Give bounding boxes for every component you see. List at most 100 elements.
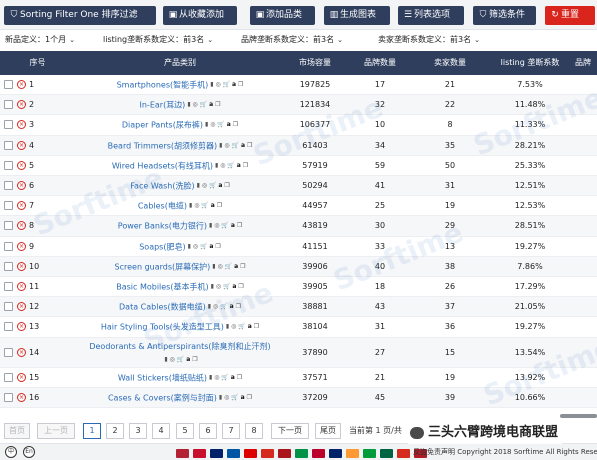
copy-icon[interactable]: ❐ (224, 182, 229, 189)
search-icon[interactable]: ◎ (224, 394, 229, 401)
row-checkbox[interactable] (4, 392, 13, 402)
header-seller-count[interactable]: 卖家数量 (415, 51, 485, 75)
country-flag-icon[interactable] (176, 449, 189, 458)
search-icon[interactable]: ◎ (170, 356, 175, 363)
table-row[interactable]: × 6 Face Wash(洗脸) ▮ ◎ 🛒 a ❐ 50294 41 31 12.51% (0, 176, 597, 197)
table-row[interactable]: × 7 Cables(电缆) ▮ ◎ 🛒 a ❐ 44957 25 19 12.53% (0, 196, 597, 217)
table-row[interactable]: × 12 Data Cables(数据电缆) ▮ ◎ 🛒 a ❐ 38881 43 37 21… (0, 297, 597, 318)
search-icon[interactable]: ◎ (215, 81, 220, 88)
add-from-favorites-button[interactable]: ▣ 从收藏添加 (163, 6, 237, 25)
horizontal-scrollbar[interactable] (560, 414, 597, 418)
remove-icon[interactable]: × (17, 80, 26, 90)
header-index[interactable]: 序号 (0, 51, 75, 75)
cart-icon[interactable]: 🛒 (177, 356, 184, 363)
row-checkbox[interactable] (4, 120, 13, 130)
table-row[interactable]: × 10 Screen guards(屏幕保护) ▮ ◎ 🛒 a ❐ 39906 40 38… (0, 256, 597, 277)
amazon-icon[interactable]: a (241, 394, 245, 401)
bar-chart-icon[interactable]: ▮ (205, 121, 208, 128)
header-brand-count[interactable]: 品牌数量 (345, 51, 415, 75)
bar-chart-icon[interactable]: ▮ (219, 142, 222, 149)
country-flag-icon[interactable] (227, 449, 240, 458)
amazon-icon[interactable]: a (230, 303, 234, 310)
listing-monopoly-definition[interactable]: listing垄断系数定义：前3名 ⌄ (103, 30, 213, 50)
table-row[interactable]: × 2 In-Ear(耳边) ▮ ◎ 🛒 a ❐ 121834 32 22 11.48% (0, 95, 597, 116)
table-row[interactable]: × 3 Diaper Pants(尿布裤) ▮ ◎ 🛒 a ❐ 106377 10 8 11.… (0, 115, 597, 136)
remove-icon[interactable]: × (17, 282, 26, 292)
row-checkbox[interactable] (4, 201, 13, 211)
copy-icon[interactable]: ❐ (238, 283, 243, 290)
bar-chart-icon[interactable]: ▮ (212, 263, 215, 270)
seller-monopoly-definition[interactable]: 卖家垄断系数定义：前3名 ⌄ (378, 30, 480, 50)
amazon-icon[interactable]: a (209, 101, 213, 108)
category-tool-icons[interactable]: ▮ ◎ 🛒 a ❐ (188, 237, 221, 257)
search-icon[interactable]: ◎ (216, 283, 221, 290)
amazon-icon[interactable]: a (209, 243, 213, 250)
last-page-button[interactable]: 尾页 (315, 423, 341, 439)
copy-icon[interactable]: ❐ (233, 121, 238, 128)
amazon-icon[interactable]: a (232, 81, 236, 88)
copy-icon[interactable]: ❐ (243, 162, 248, 169)
table-row[interactable]: × 15 Wall Stickers(墙纸贴纸) ▮ ◎ 🛒 a ❐ 37571 21 19… (0, 368, 597, 388)
remove-icon[interactable]: × (17, 181, 26, 191)
cart-icon[interactable]: 🛒 (221, 374, 228, 381)
first-page-button[interactable]: 首页 (4, 423, 30, 439)
copy-icon[interactable]: ❐ (247, 142, 252, 149)
row-checkbox[interactable] (4, 221, 13, 231)
amazon-icon[interactable]: a (237, 162, 241, 169)
table-row[interactable]: × 5 Wired Headsets(有线耳机) ▮ ◎ 🛒 a ❐ 57919 59 50… (0, 156, 597, 176)
remove-icon[interactable]: × (17, 261, 26, 271)
brand-monopoly-definition[interactable]: 品牌垄断系数定义：前3名 ⌄ (241, 30, 343, 50)
category-link[interactable]: Face Wash(洗脸) (130, 182, 194, 191)
list-options-button[interactable]: ☰ 列表选项 (398, 6, 464, 25)
copy-icon[interactable]: ❐ (240, 263, 245, 270)
search-icon[interactable]: ◎ (213, 303, 218, 310)
amazon-icon[interactable]: a (231, 374, 235, 381)
cart-icon[interactable]: 🛒 (238, 323, 245, 330)
page-button-1[interactable]: 1 (83, 423, 101, 439)
row-checkbox[interactable] (4, 80, 13, 90)
row-checkbox[interactable] (4, 372, 13, 382)
sorting-filter-button[interactable]: ⛉ Sorting Filter One 排序过滤 (4, 6, 156, 25)
search-icon[interactable]: ◎ (193, 243, 198, 250)
search-icon[interactable]: ◎ (210, 121, 215, 128)
cart-icon[interactable]: 🛒 (209, 182, 216, 189)
country-flag-icon[interactable] (329, 449, 342, 458)
country-flag-icon[interactable] (261, 449, 274, 458)
remove-icon[interactable]: × (17, 241, 26, 251)
cart-icon[interactable]: 🛒 (227, 162, 234, 169)
category-tool-icons[interactable]: ▮ ◎ 🛒 a ❐ (209, 216, 242, 236)
amazon-icon[interactable]: a (248, 323, 252, 330)
remove-icon[interactable]: × (17, 302, 26, 312)
category-link[interactable]: Soaps(肥皂) (139, 242, 185, 251)
category-tool-icons[interactable]: ▮ ◎ 🛒 a ❐ (211, 277, 244, 297)
country-flag-icon[interactable] (380, 449, 393, 458)
table-row[interactable]: × 16 Cases & Covers(案例与封面) ▮ ◎ 🛒 a ❐ 37209 45… (0, 387, 597, 408)
category-tool-icons[interactable]: ▮ ◎ 🛒 a ❐ (164, 353, 197, 366)
disclaimer-link[interactable]: 反盗免责声明 (413, 448, 455, 456)
cart-icon[interactable]: 🛒 (200, 243, 207, 250)
lang-en-button[interactable]: En (23, 446, 35, 458)
search-icon[interactable]: ◎ (214, 222, 219, 229)
cart-icon[interactable]: 🛒 (225, 263, 232, 270)
row-checkbox[interactable] (4, 140, 13, 150)
table-row[interactable]: × 4 Beard Trimmers(胡须修剪器) ▮ ◎ 🛒 a ❐ 61403 34 3… (0, 135, 597, 156)
bar-chart-icon[interactable]: ▮ (208, 303, 211, 310)
bar-chart-icon[interactable]: ▮ (211, 283, 214, 290)
country-flag-icon[interactable] (397, 449, 410, 458)
copy-icon[interactable]: ❐ (236, 303, 241, 310)
cart-icon[interactable]: 🛒 (220, 303, 227, 310)
page-button-7[interactable]: 7 (222, 423, 240, 439)
search-icon[interactable]: ◎ (193, 101, 198, 108)
lang-zh-button[interactable]: 中 (5, 446, 17, 458)
bar-chart-icon[interactable]: ▮ (164, 356, 167, 363)
search-icon[interactable]: ◎ (202, 182, 207, 189)
country-flag-icon[interactable] (244, 449, 257, 458)
cart-icon[interactable]: 🛒 (217, 121, 224, 128)
category-tool-icons[interactable]: ▮ ◎ 🛒 a ❐ (226, 317, 259, 337)
remove-icon[interactable]: × (17, 347, 26, 357)
generate-chart-button[interactable]: ▥ 生成图表 (324, 6, 390, 25)
cart-icon[interactable]: 🛒 (221, 222, 228, 229)
category-link[interactable]: Smartphones(智能手机) (117, 81, 209, 90)
table-row[interactable]: × 8 Power Banks(电力银行) ▮ ◎ 🛒 a ❐ 43819 30 29 28.… (0, 216, 597, 237)
page-button-5[interactable]: 5 (176, 423, 194, 439)
